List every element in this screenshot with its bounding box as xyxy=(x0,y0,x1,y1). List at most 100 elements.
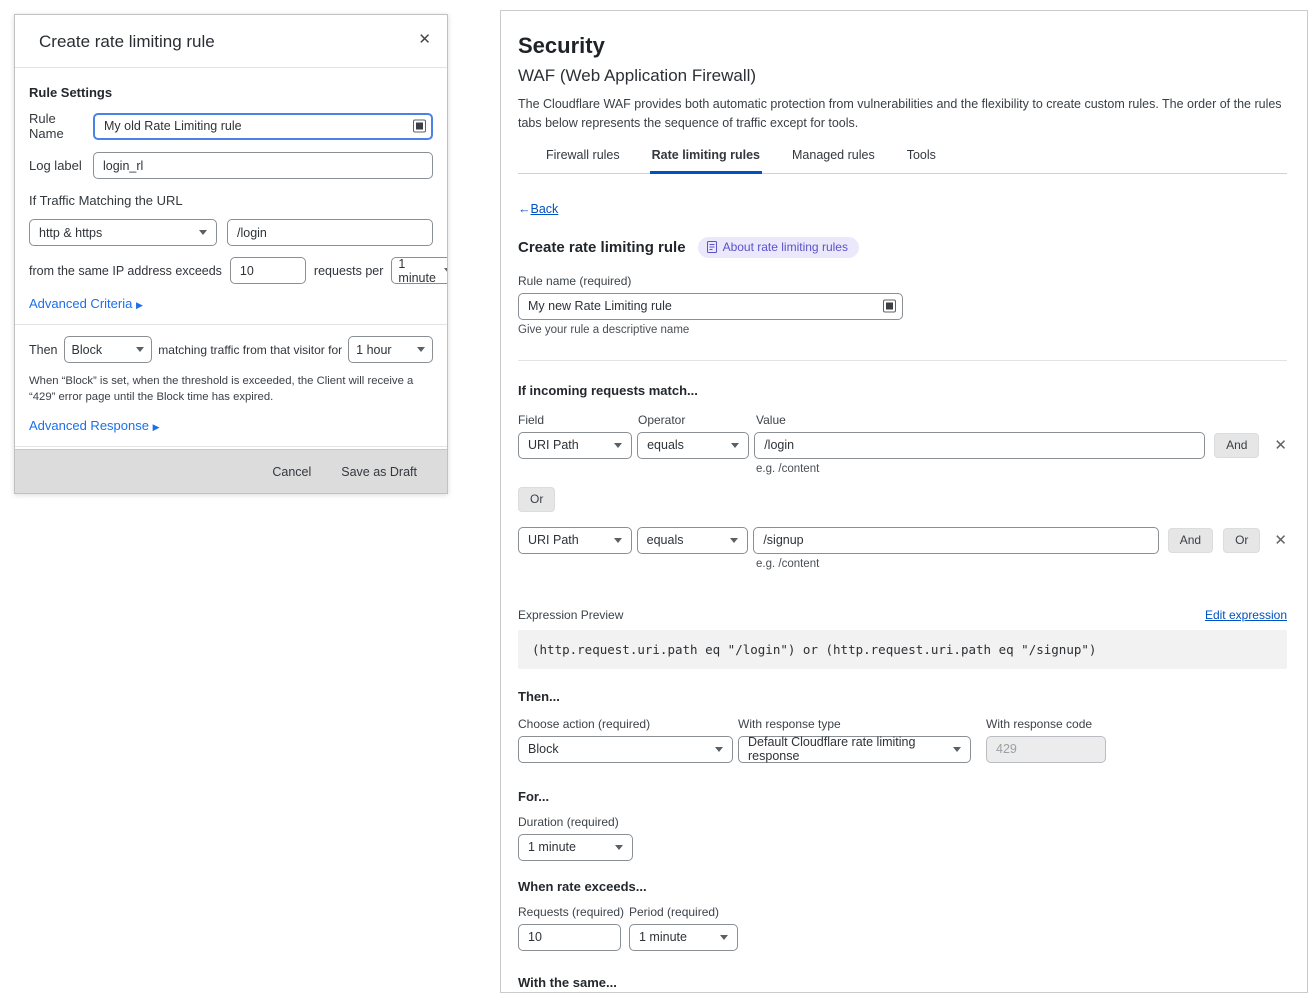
requests-label: Requests (required) xyxy=(518,905,629,919)
log-label-input[interactable] xyxy=(93,152,433,179)
operator-select[interactable]: equals xyxy=(637,432,749,459)
tab-firewall-rules[interactable]: Firewall rules xyxy=(544,148,622,174)
for-section-title: For... xyxy=(518,789,1287,804)
rate-period-select[interactable]: 1 minute xyxy=(629,924,738,951)
operator-select[interactable]: equals xyxy=(637,527,749,554)
field-select[interactable]: URI Path xyxy=(518,432,632,459)
or-button[interactable]: Or xyxy=(518,487,555,512)
value-column-label: Value xyxy=(756,413,786,427)
value-input[interactable] xyxy=(753,527,1158,554)
or-button[interactable]: Or xyxy=(1223,528,1260,553)
form-heading-row: Create rate limiting rule About rate lim… xyxy=(518,237,1287,258)
advanced-criteria-link[interactable]: Advanced Criteria ▶ xyxy=(29,296,433,311)
remove-icon[interactable]: ✕ xyxy=(1274,528,1287,553)
match-column-headers: Field Operator Value xyxy=(518,413,1287,427)
then-section-title: Then... xyxy=(518,689,1287,704)
threshold-row: from the same IP address exceeds request… xyxy=(29,257,433,284)
modal-header: Create rate limiting rule ✕ xyxy=(15,15,447,68)
match-row: URI Path equals And ✕ xyxy=(518,432,1287,459)
modal-title: Create rate limiting rule xyxy=(39,32,215,52)
url-match-row: http & https xyxy=(29,219,433,246)
page-title: Security xyxy=(518,33,1287,59)
chevron-down-icon xyxy=(953,747,961,752)
chevron-down-icon xyxy=(730,538,738,543)
rule-name-row: Rule Name xyxy=(29,111,433,141)
chevron-down-icon xyxy=(731,443,739,448)
divider xyxy=(518,360,1287,361)
same-section-title: With the same... xyxy=(518,975,1287,990)
period-label: Period (required) xyxy=(629,905,719,919)
rule-name-label: Rule name (required) xyxy=(518,274,1287,288)
tab-managed-rules[interactable]: Managed rules xyxy=(790,148,877,174)
requests-input[interactable] xyxy=(518,924,621,951)
duration-select[interactable]: 1 minute xyxy=(518,834,633,861)
and-button[interactable]: And xyxy=(1214,433,1259,458)
document-icon xyxy=(707,241,717,253)
match-section-title: If incoming requests match... xyxy=(518,383,1287,398)
modal-footer: Cancel Save as Draft xyxy=(15,449,447,493)
advanced-response-link[interactable]: Advanced Response ▶ xyxy=(29,418,433,433)
action-select[interactable]: Block xyxy=(64,336,153,363)
save-as-draft-button[interactable]: Save as Draft xyxy=(341,465,417,479)
response-code-input xyxy=(986,736,1106,763)
then-row: Then Block matching traffic from that vi… xyxy=(29,336,433,363)
scheme-select[interactable]: http & https xyxy=(29,219,217,246)
rate-controls: 1 minute xyxy=(518,924,1287,951)
rule-name-input[interactable] xyxy=(518,293,903,320)
tab-tools[interactable]: Tools xyxy=(905,148,938,174)
chevron-down-icon xyxy=(136,347,144,352)
response-type-select[interactable]: Default Cloudflare rate limiting respons… xyxy=(738,736,971,763)
log-label-row: Log label xyxy=(29,152,433,179)
then-suffix: matching traffic from that visitor for xyxy=(158,343,342,357)
duration-label: Duration (required) xyxy=(518,815,1287,829)
close-icon[interactable]: ✕ xyxy=(418,32,431,47)
value-input[interactable] xyxy=(754,432,1205,459)
action-select[interactable]: Block xyxy=(518,736,733,763)
autofill-icon[interactable] xyxy=(883,300,896,313)
security-waf-page: Security WAF (Web Application Firewall) … xyxy=(500,10,1308,993)
back-link[interactable]: ←Back xyxy=(518,202,558,216)
rate-section-title: When rate exceeds... xyxy=(518,879,1287,894)
then-controls: Block Default Cloudflare rate limiting r… xyxy=(518,736,1287,763)
then-label: Then xyxy=(29,343,58,357)
period-select[interactable]: 1 minute xyxy=(391,257,447,284)
waf-tabs: Firewall rules Rate limiting rules Manag… xyxy=(518,148,1287,174)
threshold-prefix: from the same IP address exceeds xyxy=(29,264,222,278)
then-labels: Choose action (required) With response t… xyxy=(518,717,1287,731)
rule-name-input[interactable] xyxy=(93,113,433,140)
block-duration-select[interactable]: 1 hour xyxy=(348,336,433,363)
and-button[interactable]: And xyxy=(1168,528,1213,553)
cancel-button[interactable]: Cancel xyxy=(272,465,311,479)
chevron-down-icon xyxy=(417,347,425,352)
rate-labels: Requests (required) Period (required) xyxy=(518,905,1287,919)
chevron-down-icon xyxy=(614,538,622,543)
modal-body: Rule Settings Rule Name Log label If Tra… xyxy=(15,68,447,449)
edit-expression-link[interactable]: Edit expression xyxy=(1205,608,1287,622)
chevron-down-icon xyxy=(615,845,623,850)
tab-rate-limiting-rules[interactable]: Rate limiting rules xyxy=(650,148,762,174)
field-select[interactable]: URI Path xyxy=(518,527,632,554)
log-label-label: Log label xyxy=(29,158,93,173)
field-column-label: Field xyxy=(518,413,638,427)
autofill-icon[interactable] xyxy=(413,120,426,133)
expand-icon: ▶ xyxy=(153,422,160,432)
match-row: URI Path equals And Or ✕ xyxy=(518,527,1287,554)
remove-icon[interactable]: ✕ xyxy=(1274,433,1287,458)
page-description: The Cloudflare WAF provides both automat… xyxy=(518,95,1284,133)
chevron-down-icon xyxy=(614,443,622,448)
choose-action-label: Choose action (required) xyxy=(518,717,738,731)
value-helper: e.g. /content xyxy=(756,558,1287,570)
threshold-input[interactable] xyxy=(230,257,306,284)
block-note: When “Block” is set, when the threshold … xyxy=(29,373,433,406)
expression-preview-label: Expression Preview xyxy=(518,608,623,622)
chevron-down-icon xyxy=(199,230,207,235)
divider xyxy=(15,446,447,447)
about-rate-limiting-badge[interactable]: About rate limiting rules xyxy=(698,237,859,258)
form-title: Create rate limiting rule xyxy=(518,239,686,256)
page-subtitle: WAF (Web Application Firewall) xyxy=(518,66,1287,86)
expression-header: Expression Preview Edit expression xyxy=(518,608,1287,622)
url-input[interactable] xyxy=(227,219,433,246)
rule-settings-heading: Rule Settings xyxy=(29,85,433,100)
expression-code: (http.request.uri.path eq "/login") or (… xyxy=(518,630,1287,669)
chevron-down-icon xyxy=(720,935,728,940)
